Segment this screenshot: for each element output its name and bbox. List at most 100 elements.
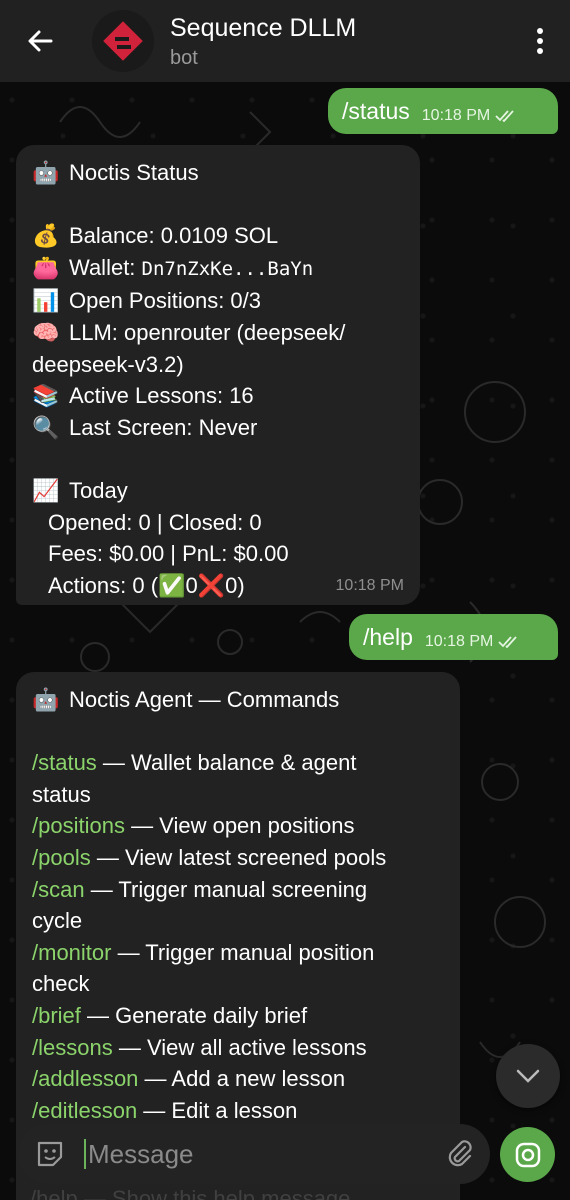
- command-link[interactable]: /editlesson: [32, 1098, 137, 1123]
- command-description: — View all active lessons: [112, 1034, 367, 1060]
- sticker-icon: [37, 1141, 63, 1167]
- check-icon: ✅: [158, 572, 186, 598]
- llm-line-2: deepseek-v3.2): [32, 351, 184, 377]
- command-line: /status — Wallet balance & agent: [32, 747, 444, 779]
- fees-pnl-line: Fees: $0.00 | PnL: $0.00: [48, 541, 289, 567]
- attach-button[interactable]: [430, 1124, 490, 1184]
- outgoing-message-status[interactable]: /status 10:18 PM: [328, 88, 558, 134]
- command-link[interactable]: /positions: [32, 813, 125, 838]
- today-line: 📈 Today: [32, 475, 404, 507]
- command-description-cont: cycle: [32, 908, 83, 934]
- command-description: — Edit a lesson: [137, 1097, 298, 1123]
- lessons-line: 📚 Active Lessons: 16: [32, 380, 404, 412]
- back-button[interactable]: [0, 0, 80, 82]
- command-description: — Wallet balance & agent: [96, 750, 357, 776]
- positions-line: 📊 Open Positions: 0/3: [32, 285, 404, 317]
- command-link[interactable]: /brief: [32, 1003, 81, 1028]
- llm-line: 🧠 LLM: openrouter (deepseek/: [32, 317, 404, 349]
- open-positions-text: Open Positions: 0/3: [69, 288, 262, 314]
- double-check-icon: [498, 636, 518, 648]
- wallet-line: 👛 Wallet: Dn7nZxKe...BaYn: [32, 252, 404, 286]
- command-link[interactable]: /addlesson: [32, 1066, 138, 1091]
- message-time: 10:18 PM: [335, 577, 404, 594]
- magnifier-icon: 🔍: [32, 414, 60, 440]
- lessons-text: Active Lessons: 16: [69, 383, 254, 409]
- last-screen-text: Last Screen: Never: [69, 414, 258, 440]
- chat-subtitle: bot: [170, 46, 198, 69]
- command-description: — Trigger manual screening: [84, 876, 368, 902]
- command-link[interactable]: /scan: [32, 877, 85, 902]
- money-bag-icon: 💰: [32, 223, 60, 249]
- message-time: 10:18 PM: [424, 633, 494, 650]
- today-text: Today: [69, 477, 128, 503]
- chat-title: Sequence DLLM: [170, 13, 357, 42]
- command-description-cont: check: [32, 971, 90, 997]
- robot-icon: 🤖: [32, 160, 60, 185]
- sequence-logo-icon: [103, 21, 143, 61]
- double-check-icon: [495, 110, 514, 122]
- actions-ok-count: 0: [185, 572, 198, 598]
- message-text: /status: [342, 97, 410, 124]
- chat-title-block[interactable]: Sequence DLLM bot: [170, 13, 510, 70]
- command-line: /positions — View open positions: [32, 810, 444, 842]
- last-screen-line: 🔍 Last Screen: Never: [32, 412, 404, 444]
- message-time: 10:18 PM: [421, 107, 491, 124]
- brain-icon: 🧠: [32, 319, 60, 345]
- command-link[interactable]: /status: [32, 750, 97, 775]
- paperclip-icon: [448, 1140, 472, 1167]
- llm-text-1: LLM: openrouter (deepseek/: [69, 319, 346, 345]
- balance-line: 💰 Balance: 0.0109 SOL: [32, 220, 404, 252]
- more-vertical-icon: [537, 28, 543, 54]
- command-line: /scan — Trigger manual screening: [32, 874, 444, 906]
- command-description: — View latest screened pools: [90, 844, 387, 870]
- chat-header: Sequence DLLM bot: [0, 0, 570, 82]
- cross-icon: ❌: [197, 572, 226, 598]
- command-line: /pools — View latest screened pools: [32, 842, 444, 874]
- message-composer: [18, 1124, 490, 1184]
- command-description: — View open positions: [124, 813, 355, 839]
- command-description: — Trigger manual position: [111, 939, 375, 965]
- status-title: Noctis Status: [69, 160, 199, 185]
- command-line: /editlesson — Edit a lesson: [32, 1095, 444, 1127]
- help-title: Noctis Agent — Commands: [69, 687, 340, 712]
- purse-icon: 👛: [32, 254, 60, 280]
- actions-prefix: Actions: 0 (: [48, 572, 159, 598]
- command-list: /status — Wallet balance & agent status/p…: [32, 747, 444, 1126]
- command-description: — Add a new lesson: [138, 1066, 346, 1092]
- chevron-down-icon: [516, 1069, 540, 1083]
- actions-fail-count: 0): [225, 572, 245, 598]
- command-line: /monitor — Trigger manual position: [32, 937, 444, 969]
- command-link[interactable]: /monitor: [32, 940, 111, 965]
- command-link[interactable]: /pools: [32, 845, 91, 870]
- camera-button[interactable]: [500, 1127, 555, 1182]
- opened-closed-line: Opened: 0 | Closed: 0: [48, 509, 262, 535]
- command-link[interactable]: /lessons: [32, 1035, 113, 1060]
- message-input[interactable]: [88, 1138, 430, 1170]
- command-line: /brief — Generate daily brief: [32, 1000, 444, 1032]
- incoming-message-help[interactable]: 🤖 Noctis Agent — Commands /status — Walle…: [16, 672, 460, 1200]
- command-description: — Generate daily brief: [80, 1002, 308, 1028]
- balance-text: Balance: 0.0109 SOL: [69, 223, 279, 249]
- bot-avatar[interactable]: [92, 10, 154, 72]
- sticker-button[interactable]: [20, 1124, 80, 1184]
- bar-chart-icon: 📊: [32, 288, 60, 314]
- wallet-label: Wallet:: [69, 254, 136, 280]
- outgoing-message-help[interactable]: /help 10:18 PM: [349, 614, 558, 660]
- chart-up-icon: 📈: [32, 477, 60, 503]
- wallet-address[interactable]: Dn7nZxKe...BaYn: [142, 258, 314, 280]
- command-description-cont: status: [32, 781, 91, 807]
- status-title-line: 🤖 Noctis Status: [32, 157, 404, 189]
- books-icon: 📚: [32, 383, 60, 409]
- partially-visible-text: /help — Show this help message: [30, 1186, 351, 1200]
- camera-icon: [515, 1142, 540, 1167]
- command-line: /lessons — View all active lessons: [32, 1032, 444, 1064]
- help-title-line: 🤖 Noctis Agent — Commands: [32, 684, 444, 716]
- incoming-message-status[interactable]: 🤖 Noctis Status 💰 Balance: 0.0109 SOL 👛 Wal…: [16, 145, 420, 605]
- message-text: /help: [363, 623, 413, 650]
- robot-icon: 🤖: [32, 687, 60, 712]
- more-menu-button[interactable]: [510, 0, 570, 82]
- command-line: /addlesson — Add a new lesson: [32, 1063, 444, 1095]
- scroll-down-button[interactable]: [496, 1044, 560, 1108]
- arrow-left-icon: [28, 30, 53, 52]
- text-caret: [84, 1139, 86, 1169]
